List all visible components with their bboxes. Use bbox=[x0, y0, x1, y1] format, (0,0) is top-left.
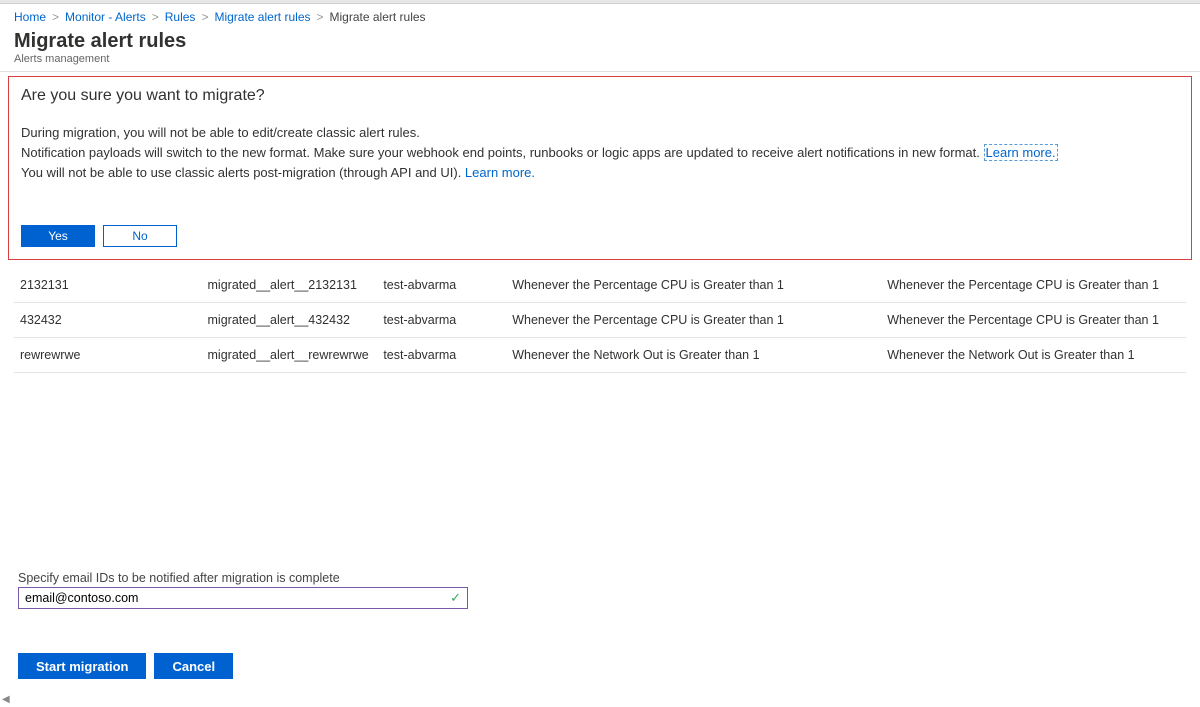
confirm-line1: During migration, you will not be able t… bbox=[21, 125, 420, 140]
page-subtitle: Alerts management bbox=[14, 53, 1186, 65]
cell-condition-1: Whenever the Percentage CPU is Greater t… bbox=[506, 268, 881, 303]
email-field-wrapper: ✓ bbox=[18, 587, 468, 609]
cell-classic-name: rewrewrwe bbox=[14, 338, 202, 373]
check-icon: ✓ bbox=[444, 590, 467, 606]
confirm-title: Are you sure you want to migrate? bbox=[21, 87, 1179, 105]
cell-condition-1: Whenever the Percentage CPU is Greater t… bbox=[506, 303, 881, 338]
confirm-line3: You will not be able to use classic aler… bbox=[21, 165, 465, 180]
yes-button[interactable]: Yes bbox=[21, 225, 95, 247]
cell-migrated-name: migrated__alert__2132131 bbox=[202, 268, 378, 303]
learn-more-link-2[interactable]: Learn more. bbox=[465, 165, 535, 180]
breadcrumb-current: Migrate alert rules bbox=[330, 10, 426, 24]
confirm-dialog: Are you sure you want to migrate? During… bbox=[8, 76, 1192, 260]
footer-buttons: Start migration Cancel bbox=[18, 653, 1182, 679]
breadcrumb-rules[interactable]: Rules bbox=[165, 10, 196, 24]
cell-condition-1: Whenever the Network Out is Greater than… bbox=[506, 338, 881, 373]
email-label: Specify email IDs to be notified after m… bbox=[18, 571, 1182, 585]
bottom-area: Specify email IDs to be notified after m… bbox=[18, 571, 1182, 679]
cell-resource: test-abvarma bbox=[377, 303, 506, 338]
confirm-line2: Notification payloads will switch to the… bbox=[21, 145, 984, 160]
cell-resource: test-abvarma bbox=[377, 268, 506, 303]
cell-classic-name: 432432 bbox=[14, 303, 202, 338]
cell-resource: test-abvarma bbox=[377, 338, 506, 373]
breadcrumb-separator: > bbox=[199, 10, 210, 24]
learn-more-link-1[interactable]: Learn more. bbox=[984, 144, 1058, 161]
breadcrumb: Home > Monitor - Alerts > Rules > Migrat… bbox=[0, 4, 1200, 26]
rules-table: 2132131 migrated__alert__2132131 test-ab… bbox=[14, 268, 1186, 373]
breadcrumb-migrate-alert-rules-link[interactable]: Migrate alert rules bbox=[214, 10, 310, 24]
scroll-left-icon[interactable]: ◀ bbox=[2, 694, 10, 705]
divider bbox=[0, 71, 1200, 72]
cell-migrated-name: migrated__alert__432432 bbox=[202, 303, 378, 338]
no-button[interactable]: No bbox=[103, 225, 177, 247]
breadcrumb-separator: > bbox=[50, 10, 61, 24]
cell-condition-2: Whenever the Percentage CPU is Greater t… bbox=[881, 268, 1186, 303]
table-row[interactable]: 432432 migrated__alert__432432 test-abva… bbox=[14, 303, 1186, 338]
cell-classic-name: 2132131 bbox=[14, 268, 202, 303]
start-migration-button[interactable]: Start migration bbox=[18, 653, 146, 679]
cell-condition-2: Whenever the Network Out is Greater than… bbox=[881, 338, 1186, 373]
cell-condition-2: Whenever the Percentage CPU is Greater t… bbox=[881, 303, 1186, 338]
page-heading: Migrate alert rules Alerts management bbox=[0, 26, 1200, 65]
cancel-button[interactable]: Cancel bbox=[154, 653, 233, 679]
breadcrumb-separator: > bbox=[150, 10, 161, 24]
page-title: Migrate alert rules bbox=[14, 30, 1186, 53]
confirm-body: During migration, you will not be able t… bbox=[21, 123, 1179, 183]
breadcrumb-home[interactable]: Home bbox=[14, 10, 46, 24]
cell-migrated-name: migrated__alert__rewrewrwe bbox=[202, 338, 378, 373]
breadcrumb-monitor-alerts[interactable]: Monitor - Alerts bbox=[65, 10, 146, 24]
confirm-buttons: Yes No bbox=[21, 225, 1179, 247]
email-input[interactable] bbox=[19, 588, 444, 608]
table-row[interactable]: rewrewrwe migrated__alert__rewrewrwe tes… bbox=[14, 338, 1186, 373]
table-row[interactable]: 2132131 migrated__alert__2132131 test-ab… bbox=[14, 268, 1186, 303]
breadcrumb-separator: > bbox=[315, 10, 326, 24]
